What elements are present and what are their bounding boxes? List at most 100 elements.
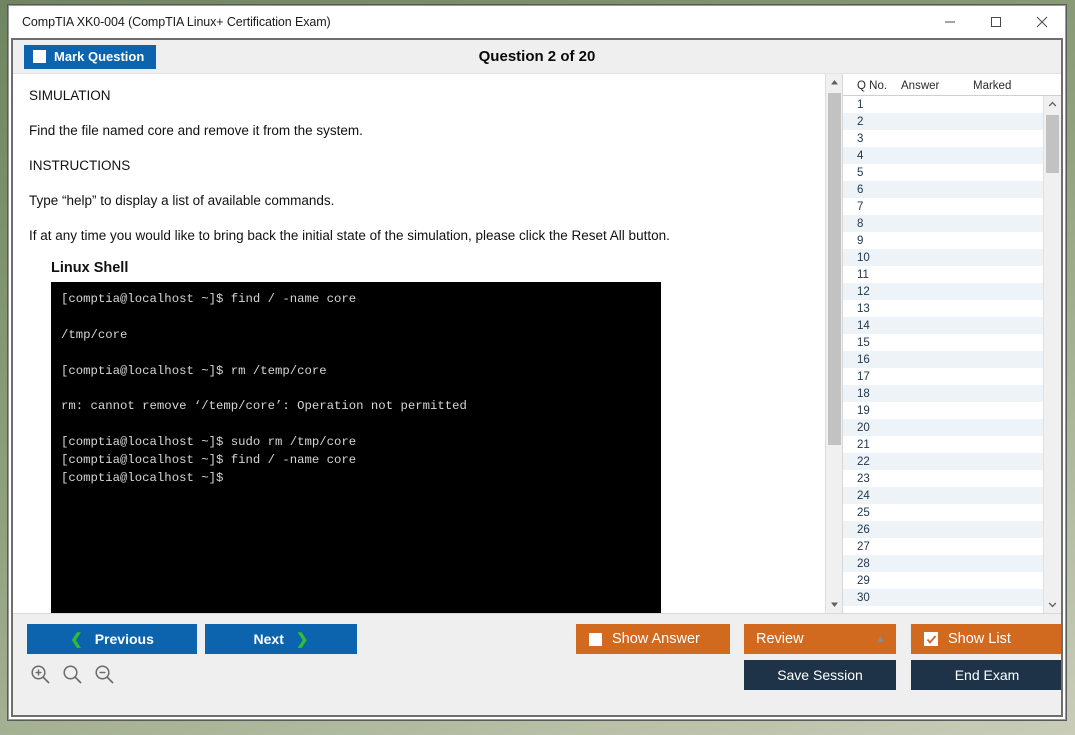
table-row[interactable]: 23 (843, 470, 1043, 487)
terminal-line: [comptia@localhost ~]$ find / -name core (61, 291, 651, 309)
question-list-rows[interactable]: 1234567891011121314151617181920212223242… (843, 96, 1043, 613)
column-header-answer: Answer (901, 80, 973, 92)
question-list-panel: Q No. Answer Marked 12345678910111213141… (842, 74, 1061, 613)
table-row[interactable]: 7 (843, 198, 1043, 215)
table-row[interactable]: 11 (843, 266, 1043, 283)
table-row[interactable]: 3 (843, 130, 1043, 147)
list-scroll-track[interactable] (1044, 113, 1061, 596)
column-header-qno: Q No. (843, 80, 901, 92)
exam-frame: Mark Question Question 2 of 20 SIMULATIO… (11, 38, 1063, 717)
paragraph-instructions-heading: INSTRUCTIONS (29, 158, 826, 175)
list-scroll-thumb[interactable] (1046, 115, 1059, 173)
cell-question-number: 10 (843, 252, 901, 264)
next-label: Next (254, 631, 284, 647)
cell-question-number: 18 (843, 388, 901, 400)
cell-question-number: 23 (843, 473, 901, 485)
paragraph-task: Find the file named core and remove it f… (29, 123, 826, 140)
show-list-label: Show List (948, 631, 1011, 647)
next-button[interactable]: Next ❯ (205, 624, 357, 654)
table-row[interactable]: 10 (843, 249, 1043, 266)
table-row[interactable]: 29 (843, 572, 1043, 589)
window-title: CompTIA XK0-004 (CompTIA Linux+ Certific… (9, 15, 331, 29)
show-answer-button[interactable]: Show Answer (576, 624, 730, 654)
exam-window: CompTIA XK0-004 (CompTIA Linux+ Certific… (8, 5, 1066, 720)
window-controls (927, 6, 1065, 38)
zoom-in-icon[interactable] (30, 664, 51, 685)
mark-question-label: Mark Question (54, 49, 144, 64)
table-row[interactable]: 1 (843, 96, 1043, 113)
cell-question-number: 27 (843, 541, 901, 553)
content-scroll-track[interactable] (826, 91, 843, 596)
save-session-button[interactable]: Save Session (744, 660, 896, 690)
minimize-button[interactable] (927, 6, 973, 38)
cell-question-number: 29 (843, 575, 901, 587)
review-dropdown-button[interactable]: Review ▲ (744, 624, 896, 654)
scroll-up-arrow-icon[interactable] (826, 74, 843, 91)
cell-question-number: 6 (843, 184, 901, 196)
show-list-button[interactable]: Show List (911, 624, 1063, 654)
question-list-scrollbar[interactable] (1043, 96, 1061, 613)
previous-button[interactable]: ❮ Previous (27, 624, 197, 654)
zoom-out-icon[interactable] (94, 664, 115, 685)
chevron-up-icon: ▲ (875, 633, 886, 645)
close-button[interactable] (1019, 6, 1065, 38)
table-row[interactable]: 15 (843, 334, 1043, 351)
terminal-line: [comptia@localhost ~]$ sudo rm /tmp/core (61, 434, 651, 452)
exam-body: SIMULATION Find the file named core and … (13, 74, 1061, 613)
table-row[interactable]: 18 (843, 385, 1043, 402)
list-scroll-down-arrow-icon[interactable] (1044, 596, 1061, 613)
table-row[interactable]: 21 (843, 436, 1043, 453)
table-row[interactable]: 17 (843, 368, 1043, 385)
cell-question-number: 24 (843, 490, 901, 502)
paragraph-help-hint: Type “help” to display a list of availab… (29, 193, 826, 210)
table-row[interactable]: 4 (843, 147, 1043, 164)
table-row[interactable]: 27 (843, 538, 1043, 555)
cell-question-number: 4 (843, 150, 901, 162)
table-row[interactable]: 22 (843, 453, 1043, 470)
table-row[interactable]: 5 (843, 164, 1043, 181)
linux-shell-terminal[interactable]: [comptia@localhost ~]$ find / -name core… (51, 282, 661, 613)
zoom-reset-icon[interactable] (62, 664, 83, 685)
table-row[interactable]: 26 (843, 521, 1043, 538)
mark-question-button[interactable]: Mark Question (24, 45, 156, 69)
table-row[interactable]: 14 (843, 317, 1043, 334)
window-titlebar: CompTIA XK0-004 (CompTIA Linux+ Certific… (9, 6, 1065, 38)
show-answer-label: Show Answer (612, 631, 700, 647)
terminal-blank-line (61, 345, 651, 363)
table-row[interactable]: 24 (843, 487, 1043, 504)
cell-question-number: 15 (843, 337, 901, 349)
end-exam-button[interactable]: End Exam (911, 660, 1063, 690)
chevron-left-icon: ❮ (70, 630, 83, 648)
terminal-blank-line (61, 380, 651, 398)
maximize-button[interactable] (973, 6, 1019, 38)
table-row[interactable]: 12 (843, 283, 1043, 300)
cell-question-number: 11 (843, 269, 901, 281)
mark-question-checkbox-icon (33, 50, 46, 63)
cell-question-number: 19 (843, 405, 901, 417)
table-row[interactable]: 13 (843, 300, 1043, 317)
table-row[interactable]: 8 (843, 215, 1043, 232)
terminal-line: [comptia@localhost ~]$ find / -name core (61, 452, 651, 470)
table-row[interactable]: 6 (843, 181, 1043, 198)
list-scroll-up-arrow-icon[interactable] (1044, 96, 1061, 113)
table-row[interactable]: 30 (843, 589, 1043, 606)
cell-question-number: 12 (843, 286, 901, 298)
cell-question-number: 25 (843, 507, 901, 519)
content-scrollbar[interactable] (825, 74, 842, 613)
terminal-line: [comptia@localhost ~]$ rm /temp/core (61, 363, 651, 381)
cell-question-number: 21 (843, 439, 901, 451)
table-row[interactable]: 25 (843, 504, 1043, 521)
scroll-down-arrow-icon[interactable] (826, 596, 843, 613)
table-row[interactable]: 28 (843, 555, 1043, 572)
cell-question-number: 17 (843, 371, 901, 383)
show-answer-checkbox-icon (589, 633, 602, 646)
zoom-controls (30, 664, 115, 685)
content-scroll-thumb[interactable] (828, 93, 841, 445)
desktop-background: CompTIA XK0-004 (CompTIA Linux+ Certific… (0, 0, 1075, 735)
table-row[interactable]: 16 (843, 351, 1043, 368)
table-row[interactable]: 2 (843, 113, 1043, 130)
table-row[interactable]: 9 (843, 232, 1043, 249)
table-row[interactable]: 20 (843, 419, 1043, 436)
table-row[interactable]: 19 (843, 402, 1043, 419)
cell-question-number: 20 (843, 422, 901, 434)
